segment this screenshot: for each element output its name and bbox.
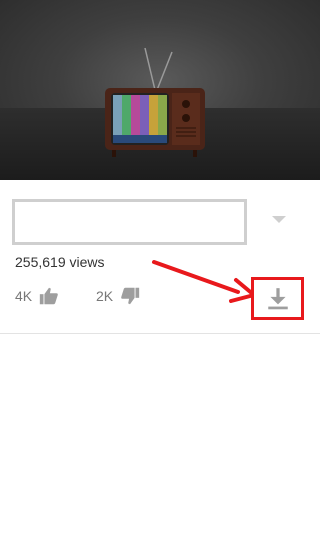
divider (0, 333, 320, 334)
like-button[interactable]: 4K (15, 283, 60, 309)
annotation-arrow (152, 260, 256, 303)
thumbs-down-icon (121, 287, 140, 305)
chevron-down-icon[interactable] (272, 216, 286, 223)
video-title-field[interactable] (12, 199, 247, 245)
video-player[interactable] (0, 0, 320, 180)
video-title (15, 202, 244, 222)
download-icon (267, 287, 288, 309)
tv-thumbnail-image (105, 47, 205, 157)
dislike-button[interactable]: 2K (96, 283, 141, 309)
like-count: 4K (15, 288, 33, 304)
view-count: 255,619 views (15, 254, 105, 270)
thumbs-up-icon (39, 287, 58, 305)
dislike-count: 2K (96, 288, 114, 304)
download-button[interactable] (251, 277, 304, 320)
